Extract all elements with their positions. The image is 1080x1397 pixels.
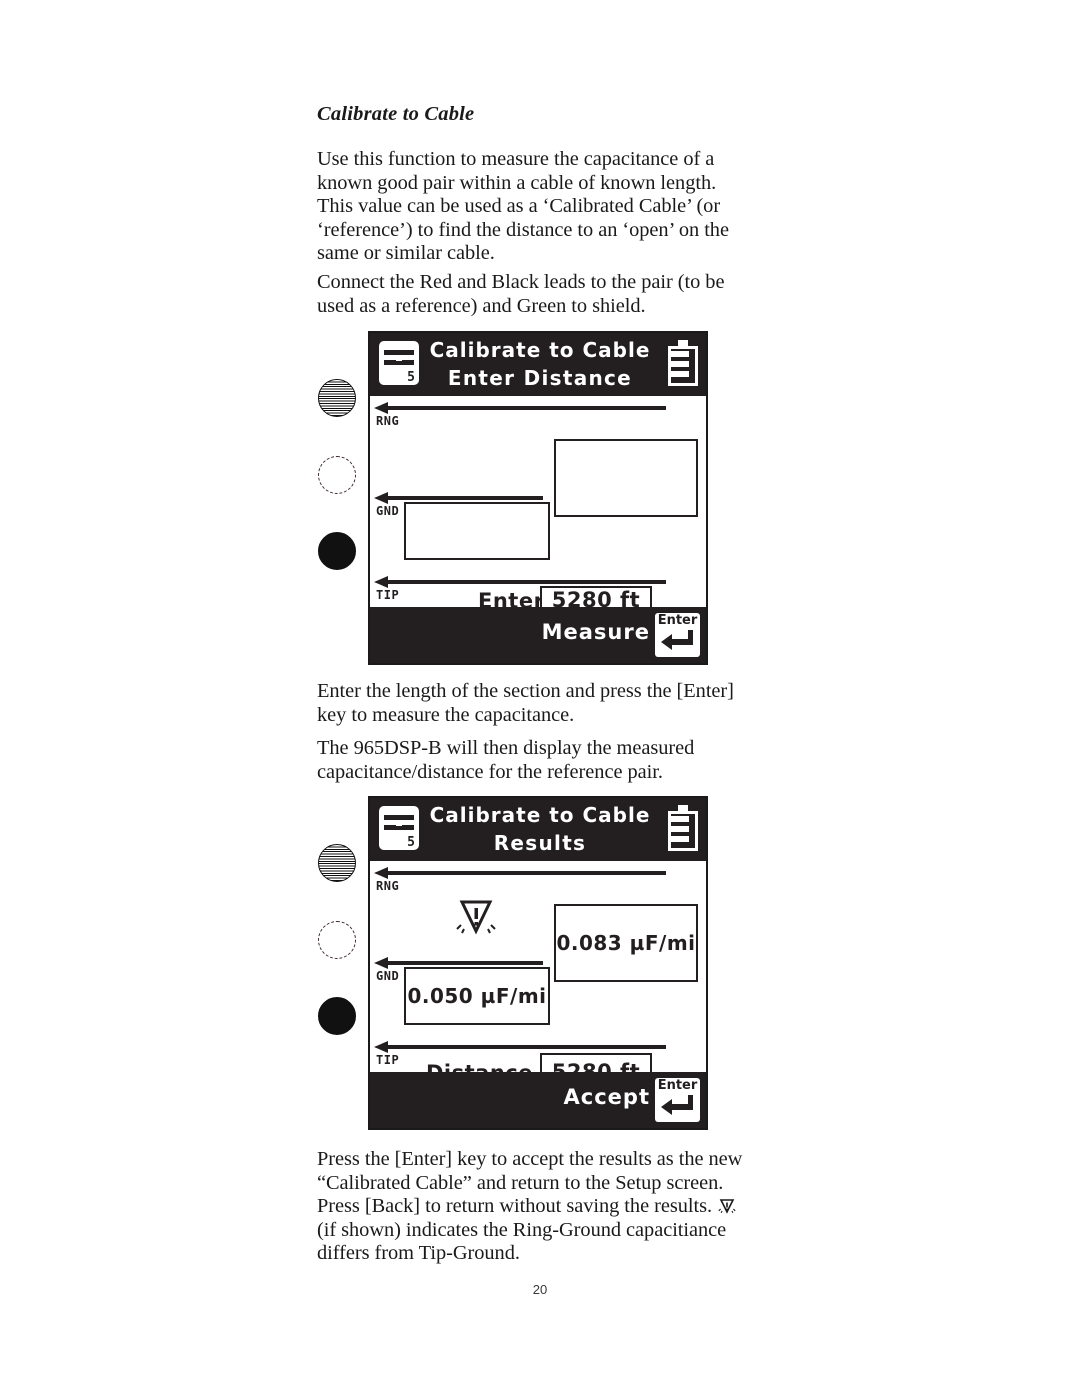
lcd-header: 5 Calibrate to Cable Enter Distance bbox=[370, 333, 706, 396]
lead-label-gnd: GND bbox=[376, 504, 399, 518]
lcd-title: Calibrate to Cable Enter Distance bbox=[422, 336, 658, 392]
enter-key-button[interactable]: Enter bbox=[655, 1078, 700, 1122]
paragraph-2-text: Connect the Red and Black leads to the p… bbox=[317, 271, 747, 318]
signal-level-icon: 5 bbox=[379, 341, 419, 385]
paragraph-5-part-b: (if shown) indicates the Ring-Ground cap… bbox=[317, 1219, 726, 1265]
warning-triangle-icon bbox=[718, 1198, 736, 1215]
paragraph-5-text: Press the [Enter] key to accept the resu… bbox=[317, 1148, 747, 1266]
softkey-label-measure: Measure bbox=[542, 620, 650, 644]
device-figure-enter-distance: 5 Calibrate to Cable Enter Distance bbox=[308, 331, 708, 676]
lcd-screen-results: 5 Calibrate to Cable Results bbox=[368, 796, 708, 1130]
document-page: Calibrate to Cable Use this function to … bbox=[0, 0, 1080, 1397]
section-heading: Calibrate to Cable bbox=[317, 103, 747, 126]
device-figure-results: 5 Calibrate to Cable Results bbox=[308, 796, 708, 1141]
softkey-label-accept: Accept bbox=[564, 1085, 650, 1109]
lcd-header: 5 Calibrate to Cable Results bbox=[370, 798, 706, 861]
ring-value-box bbox=[554, 439, 698, 517]
lcd-footer: Measure Enter bbox=[370, 607, 706, 663]
lcd-title-line-2: Results bbox=[422, 829, 658, 857]
arrow-left-icon bbox=[374, 402, 666, 414]
lcd-title-line-1: Calibrate to Cable bbox=[422, 336, 658, 364]
lead-label-rng: RNG bbox=[376, 879, 399, 893]
red-lead-jack bbox=[318, 456, 356, 494]
lcd-title-line-1: Calibrate to Cable bbox=[422, 801, 658, 829]
lead-label-gnd: GND bbox=[376, 969, 399, 983]
ring-capacitance-value: 0.083 µF/mi bbox=[554, 904, 698, 982]
enter-key-label: Enter bbox=[655, 1079, 700, 1093]
paragraph-1: Use this function to measure the capacit… bbox=[317, 148, 747, 266]
enter-arrow-icon bbox=[659, 1095, 696, 1124]
signal-level-icon: 5 bbox=[379, 806, 419, 850]
red-lead-jack bbox=[318, 921, 356, 959]
lcd-body: RNG GND TIP bbox=[370, 396, 706, 607]
enter-key-button[interactable]: Enter bbox=[655, 613, 700, 657]
lcd-title: Calibrate to Cable Results bbox=[422, 801, 658, 857]
ground-capacitance-value: 0.050 µF/mi bbox=[404, 967, 550, 1025]
enter-key-label: Enter bbox=[655, 614, 700, 628]
battery-icon bbox=[668, 340, 698, 386]
paragraph-4-text: The 965DSP-B will then display the measu… bbox=[317, 737, 747, 784]
warning-triangle-icon bbox=[456, 899, 496, 942]
green-shield-jack bbox=[318, 844, 356, 882]
lead-label-rng: RNG bbox=[376, 414, 399, 428]
lcd-footer: Accept Enter bbox=[370, 1072, 706, 1128]
page-number: 20 bbox=[0, 1282, 1080, 1297]
signal-level-value: 5 bbox=[407, 371, 415, 384]
enter-arrow-icon bbox=[659, 630, 696, 659]
black-lead-jack bbox=[318, 532, 356, 570]
lead-label-tip: TIP bbox=[376, 588, 399, 602]
lcd-title-line-2: Enter Distance bbox=[422, 364, 658, 392]
paragraph-2: Connect the Red and Black leads to the p… bbox=[317, 271, 747, 318]
paragraph-3: Enter the length of the section and pres… bbox=[317, 680, 747, 727]
arrow-left-icon bbox=[374, 867, 666, 879]
lcd-screen-enter-distance: 5 Calibrate to Cable Enter Distance bbox=[368, 331, 708, 665]
paragraph-4: The 965DSP-B will then display the measu… bbox=[317, 737, 747, 784]
lcd-body: RNG GND bbox=[370, 861, 706, 1072]
page-title: Calibrate to Cable bbox=[317, 103, 747, 126]
paragraph-1-text: Use this function to measure the capacit… bbox=[317, 148, 747, 266]
ground-value-box bbox=[404, 502, 550, 560]
arrow-left-icon bbox=[374, 1041, 666, 1053]
paragraph-5-part-a: Press the [Enter] key to accept the resu… bbox=[317, 1148, 742, 1217]
black-lead-jack bbox=[318, 997, 356, 1035]
paragraph-3-text: Enter the length of the section and pres… bbox=[317, 680, 747, 727]
lead-label-tip: TIP bbox=[376, 1053, 399, 1067]
green-shield-jack bbox=[318, 379, 356, 417]
signal-level-value: 5 bbox=[407, 836, 415, 849]
paragraph-5: Press the [Enter] key to accept the resu… bbox=[317, 1148, 747, 1266]
battery-icon bbox=[668, 805, 698, 851]
